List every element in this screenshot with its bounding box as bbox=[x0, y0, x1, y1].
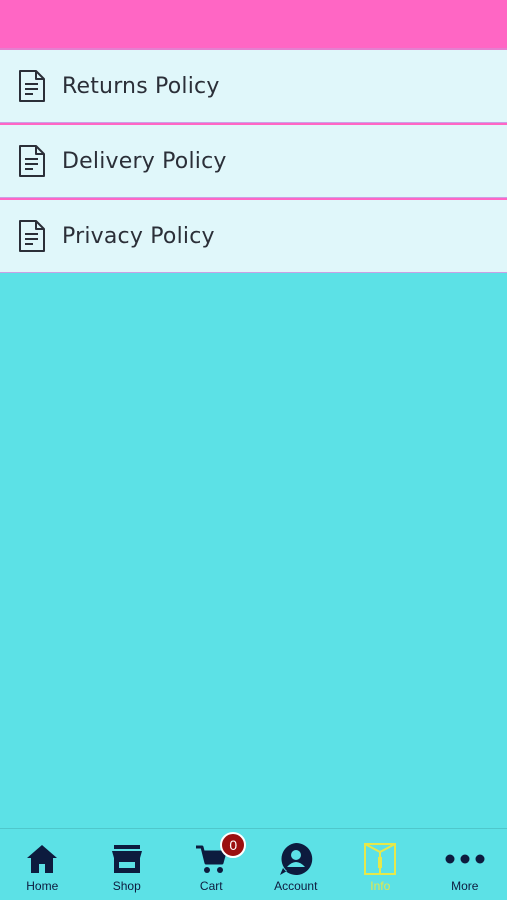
document-icon bbox=[17, 143, 47, 179]
list-item-label: Returns Policy bbox=[62, 73, 220, 99]
list-item-label: Delivery Policy bbox=[62, 148, 227, 174]
tab-more[interactable]: More bbox=[423, 829, 507, 900]
document-icon bbox=[17, 68, 47, 104]
list-item-returns-policy[interactable]: Returns Policy bbox=[0, 48, 507, 123]
tab-label: Account bbox=[274, 879, 318, 893]
tab-label: More bbox=[451, 879, 479, 893]
tab-label: Home bbox=[26, 879, 59, 893]
cart-count-badge: 0 bbox=[220, 832, 247, 858]
account-icon bbox=[279, 841, 313, 877]
list-item-delivery-policy[interactable]: Delivery Policy bbox=[0, 123, 507, 198]
tab-cart[interactable]: 0 Cart bbox=[169, 829, 254, 900]
tab-account[interactable]: Account bbox=[254, 829, 339, 900]
top-bar bbox=[0, 0, 507, 48]
policy-list: Returns Policy Delivery Policy Privacy P… bbox=[0, 48, 507, 273]
tab-home[interactable]: Home bbox=[0, 829, 85, 900]
tab-label: Cart bbox=[199, 879, 223, 893]
list-item-label: Privacy Policy bbox=[62, 223, 215, 249]
list-item-privacy-policy[interactable]: Privacy Policy bbox=[0, 198, 507, 273]
document-icon bbox=[17, 218, 47, 254]
tab-info[interactable]: Info bbox=[338, 829, 423, 900]
info-icon bbox=[363, 841, 397, 877]
tab-label: Info bbox=[370, 879, 391, 893]
home-icon bbox=[25, 841, 59, 877]
more-icon bbox=[445, 841, 485, 877]
bottom-tab-bar: Home Shop 0 Cart Account Info More bbox=[0, 828, 507, 900]
tab-shop[interactable]: Shop bbox=[85, 829, 170, 900]
store-icon bbox=[110, 841, 144, 877]
tab-label: Shop bbox=[112, 879, 141, 893]
